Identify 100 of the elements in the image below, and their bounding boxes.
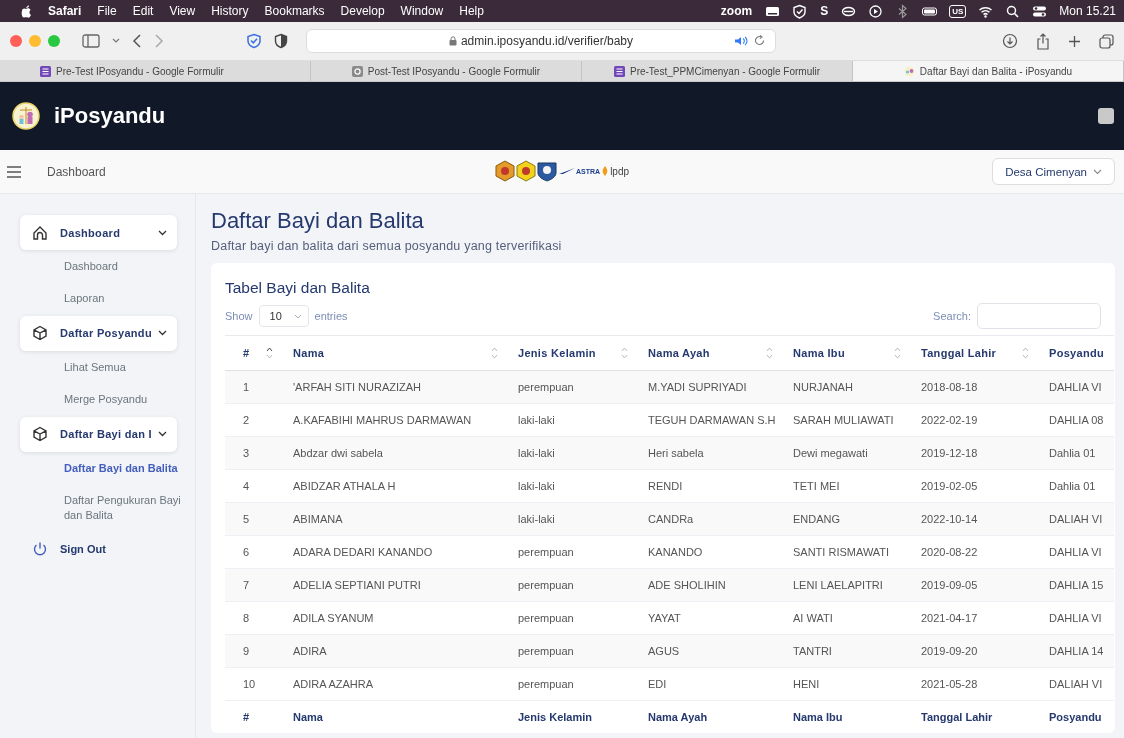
lock-icon [448,36,457,46]
column-header[interactable]: # [225,335,283,371]
play-circle-icon[interactable] [868,3,884,19]
page-size-select[interactable]: 10 [258,305,309,327]
app-logo-icon[interactable] [12,102,40,130]
speaker-icon[interactable] [734,35,748,46]
table-cell: Dahlia 01 [1039,436,1114,470]
input-source-badge[interactable]: US [949,4,967,18]
flame-icon [601,166,610,176]
reload-icon[interactable] [754,35,765,46]
app-logo-icon [903,65,915,77]
table-cell: DAHLIA VI [1039,370,1114,404]
sidebar-item[interactable]: Merge Posyandu [20,384,195,416]
table-cell: TETI MEI [783,469,911,503]
table-cell: ADILA SYANUM [283,601,508,635]
address-bar[interactable]: admin.iposyandu.id/verifier/baby [306,29,776,53]
table-cell: ADIRA AZAHRA [283,667,508,701]
browser-tab[interactable]: Daftar Bayi dan Balita - iPosyandu [853,61,1124,81]
column-header[interactable]: Tanggal Lahir [911,335,1039,371]
table-cell: ENDANG [783,502,911,536]
cube-icon [32,325,48,342]
table-cell: DAHLIA 08 [1039,403,1114,437]
menu-item[interactable]: Edit [132,4,154,18]
sidebar-item[interactable]: Lihat Semua [20,351,195,384]
status-item[interactable]: S [820,4,829,18]
column-header[interactable]: Jenis Kelamin [508,335,638,371]
table-cell: DAHLIA VI [1039,601,1114,635]
menu-item[interactable]: Window [400,4,444,18]
card-title: Tabel Bayi dan Balita [225,279,371,297]
window-control-icon[interactable] [10,35,22,47]
sidebar-group[interactable]: Daftar Posyandu [20,315,177,351]
breadcrumb[interactable]: Dashboard [47,164,106,179]
clock: Mon 15.21 [1059,4,1116,18]
menu-item[interactable]: View [169,4,196,18]
menu-item[interactable]: Bookmarks [264,4,325,18]
sidebar-item[interactable]: Daftar Pengukuran Bayi dan Balita [20,484,195,532]
sidebar-group[interactable]: Dashboard [20,215,177,250]
table-cell: 4 [225,469,283,503]
share-icon[interactable] [1036,32,1050,50]
column-footer: Tanggal Lahir [911,700,1039,733]
shield-icon[interactable] [792,3,808,19]
village-dropdown[interactable]: Desa Cimenyan [992,158,1115,185]
menu-item[interactable]: Help [459,4,484,18]
download-icon[interactable] [1002,33,1018,49]
table-cell: perempuan [508,370,638,404]
column-footer: Nama Ayah [638,700,783,733]
table-cell: DAHLIA VI [1039,535,1114,569]
table-cell: laki-laki [508,469,638,503]
table-cell: AI WATI [783,601,911,635]
menu-item[interactable]: Safari [48,4,82,18]
status-item[interactable]: zoom [720,4,753,18]
table-cell: Dahlia 01 [1039,469,1114,503]
sidebar-icon[interactable] [82,34,100,48]
menu-item[interactable]: History [211,4,249,18]
chevron-down-icon [158,229,167,236]
logo-text: lpdp [610,165,630,177]
table-cell: laki-laki [508,403,638,437]
privacy-icon[interactable] [274,33,288,49]
column-header[interactable]: Nama Ayah [638,335,783,371]
sidebar-group[interactable]: Daftar Bayi dan I [20,416,177,452]
table-cell: 10 [225,667,283,701]
power-icon [32,540,48,557]
document-icon [351,65,363,77]
menu-item[interactable]: Develop [340,4,385,18]
chevron-down-icon[interactable] [112,38,120,44]
chevron-down-icon [158,330,167,337]
column-header[interactable]: Posyandu [1039,335,1114,371]
table-cell: YAYAT [638,601,783,635]
tabs-overview-icon[interactable] [1099,33,1114,49]
table-cell: 2018-08-18 [911,370,1039,404]
plus-icon[interactable] [1068,34,1081,48]
cube-icon [32,426,48,443]
search-icon[interactable] [1005,3,1021,19]
chevron-down-icon [293,313,302,319]
column-header[interactable]: Nama [283,335,508,371]
menu-icon[interactable] [7,165,21,178]
sidebar-link[interactable]: Sign Out [20,533,195,564]
sidebar-item[interactable]: Laporan [20,283,195,315]
table-cell: Heri sabela [638,436,783,470]
search-field[interactable] [977,303,1101,329]
search-label: Search: [933,310,971,322]
page-title: Daftar Bayi dan Balita [211,208,425,234]
column-footer: # [225,700,283,733]
browser-tab[interactable]: Post-Test IPosyandu - Google Formulir [311,61,582,81]
table-cell: ABIDZAR ATHALA H [283,469,508,503]
app-brand[interactable]: iPosyandu [54,103,166,129]
sidebar-item[interactable]: Daftar Bayi dan Balita [20,452,195,484]
menu-item[interactable]: File [97,4,117,18]
table-cell: NURJANAH [783,370,911,404]
table-cell: HENI [783,667,911,701]
emblem-icon [494,160,558,182]
column-footer: Jenis Kelamin [508,700,638,733]
table-cell: 2022-10-14 [911,502,1039,536]
browser-tab[interactable]: Pre-Test IPosyandu - Google Formulir [0,61,311,81]
table-cell: ADARA DEDARI KANANDO [283,535,508,569]
sidebar-item[interactable]: Dashboard [20,251,195,283]
back-icon[interactable] [132,34,142,48]
column-header[interactable]: Nama Ibu [783,335,911,371]
table-cell: CANDRa [638,502,783,536]
table-cell: DAHLIA 15 [1039,568,1114,602]
